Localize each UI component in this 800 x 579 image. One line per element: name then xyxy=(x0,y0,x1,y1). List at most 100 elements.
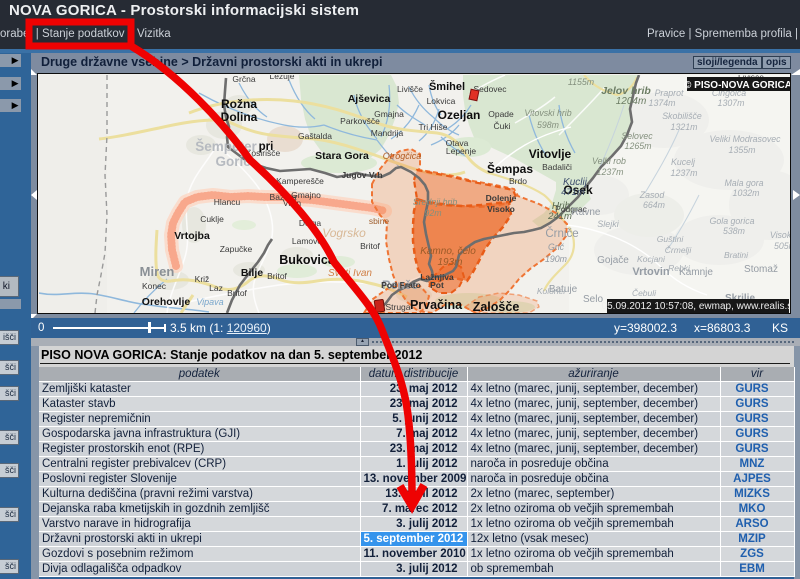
svg-text:Gola gorica: Gola gorica xyxy=(710,216,755,226)
svg-text:Sveti Ivan: Sveti Ivan xyxy=(328,268,372,279)
svg-text:Čebuli: Čebuli xyxy=(632,288,657,298)
svg-text:193m: 193m xyxy=(437,257,462,268)
svg-text:pri: pri xyxy=(259,141,274,153)
svg-text:241m: 241m xyxy=(547,211,572,222)
svg-text:598m: 598m xyxy=(537,120,559,130)
svg-text:Gorici: Gorici xyxy=(215,154,254,169)
svg-text:Lepenje: Lepenje xyxy=(446,146,477,156)
svg-text:538m: 538m xyxy=(723,226,745,236)
svg-text:1307m: 1307m xyxy=(718,98,745,108)
svg-text:Šmihel: Šmihel xyxy=(429,80,465,93)
svg-text:Britof: Britof xyxy=(227,288,247,298)
svg-text:Kolonel: Kolonel xyxy=(537,286,566,296)
svg-text:471m: 471m xyxy=(561,187,585,198)
svg-text:Čuki: Čuki xyxy=(493,121,510,131)
svg-text:Cuklje: Cuklje xyxy=(200,214,224,224)
svg-text:Hlancu: Hlancu xyxy=(214,197,241,207)
svg-text:1374m: 1374m xyxy=(649,98,676,108)
svg-text:1155m: 1155m xyxy=(568,77,594,87)
svg-text:Črmelji: Črmelji xyxy=(665,245,693,255)
svg-text:Velki rob: Velki rob xyxy=(592,156,626,166)
svg-text:Skobilišče: Skobilišče xyxy=(662,111,702,121)
svg-text:Dolenje: Dolenje xyxy=(486,193,517,203)
svg-text:Vrtovin: Vrtovin xyxy=(632,266,670,278)
svg-text:Kocjani: Kocjani xyxy=(637,254,666,264)
svg-text:Šempas: Šempas xyxy=(487,161,533,176)
svg-text:Visoko: Visoko xyxy=(770,230,790,240)
svg-text:Jugov Vrh: Jugov Vrh xyxy=(341,170,382,180)
svg-text:Črniče: Črniče xyxy=(545,227,578,240)
svg-text:Gaštalda: Gaštalda xyxy=(298,131,332,141)
svg-text:sbine: sbine xyxy=(369,216,390,226)
svg-text:Pod Frato: Pod Frato xyxy=(381,280,421,290)
svg-text:Ležuje: Ležuje xyxy=(269,75,294,81)
svg-text:Vitovski hrib: Vitovski hrib xyxy=(524,108,571,118)
svg-text:Badaliči: Badaliči xyxy=(542,162,572,172)
svg-text:Lokvica: Lokvica xyxy=(427,96,456,106)
svg-text:Šempeter: Šempeter xyxy=(195,139,257,154)
svg-text:Britof: Britof xyxy=(360,241,380,251)
svg-text:Gojače: Gojače xyxy=(597,255,629,266)
svg-text:Vrtojba: Vrtojba xyxy=(174,230,210,242)
svg-text:Mala gora: Mala gora xyxy=(724,178,763,188)
svg-text:Dolga: Dolga xyxy=(299,218,321,228)
svg-text:Tri Hiše: Tri Hiše xyxy=(419,122,448,132)
svg-text:Križ: Križ xyxy=(195,274,210,284)
svg-text:92m: 92m xyxy=(424,208,441,218)
svg-text:05.09.2012 10:57:08, ewmap, ww: 05.09.2012 10:57:08, ewmap, www.realis.s… xyxy=(602,301,790,312)
svg-text:Struga: Struga xyxy=(385,302,410,312)
svg-text:505m: 505m xyxy=(774,241,790,251)
svg-text:Ajševica: Ajševica xyxy=(348,93,391,105)
svg-text:Ozeljan: Ozeljan xyxy=(438,108,481,122)
svg-text:Opade: Opade xyxy=(488,109,514,119)
svg-text:Guštini: Guštini xyxy=(657,234,685,244)
svg-text:Grič: Grič xyxy=(548,242,565,252)
svg-text:Pot: Pot xyxy=(430,280,444,290)
svg-text:Vipava: Vipava xyxy=(196,297,223,307)
svg-text:Lamovo: Lamovo xyxy=(292,236,323,246)
svg-text:Otrogčica: Otrogčica xyxy=(383,151,422,161)
svg-text:Stomaž: Stomaž xyxy=(744,264,778,275)
svg-text:Bratini: Bratini xyxy=(724,250,749,260)
svg-text:1321m: 1321m xyxy=(671,122,698,132)
svg-text:Bukovica: Bukovica xyxy=(279,253,336,267)
svg-text:Vogrsko: Vogrsko xyxy=(322,226,366,240)
svg-text:Orehovlje: Orehovlje xyxy=(142,296,191,308)
svg-text:Zasod: Zasod xyxy=(639,190,666,200)
svg-text:1032m: 1032m xyxy=(733,188,760,198)
svg-text:Praprot: Praprot xyxy=(655,88,684,98)
svg-text:Parkovšče: Parkovšče xyxy=(340,116,380,126)
svg-text:Brdo: Brdo xyxy=(509,176,527,186)
svg-text:Grčna: Grčna xyxy=(232,75,255,84)
svg-text:Miren: Miren xyxy=(140,264,175,279)
svg-text:1237m: 1237m xyxy=(597,167,624,177)
svg-text:Kamperešče: Kamperešče xyxy=(276,176,324,186)
svg-text:Selovec: Selovec xyxy=(621,131,653,141)
svg-text:Livišče: Livišče xyxy=(397,84,423,94)
svg-text:Zapučke: Zapučke xyxy=(220,244,253,254)
svg-text:Ravne: Ravne xyxy=(572,207,601,218)
svg-text:Kucelj: Kucelj xyxy=(671,157,696,167)
svg-text:Srednji hrib: Srednji hrib xyxy=(413,197,458,207)
svg-text:1237m: 1237m xyxy=(671,168,698,178)
svg-text:1265m: 1265m xyxy=(625,141,652,151)
svg-text:Veliki Modrasovec: Veliki Modrasovec xyxy=(709,134,781,144)
svg-text:Stara Gora: Stara Gora xyxy=(315,150,369,162)
svg-text:Britof: Britof xyxy=(267,271,287,281)
svg-text:Kamno, čelo: Kamno, čelo xyxy=(420,246,476,257)
svg-text:Zalošče: Zalošče xyxy=(473,300,520,313)
svg-text:Selo: Selo xyxy=(583,294,603,305)
svg-text:Rožna: Rožna xyxy=(221,97,257,111)
svg-text:Laz: Laz xyxy=(209,283,223,293)
svg-text:1204m: 1204m xyxy=(616,96,647,107)
svg-text:664m: 664m xyxy=(643,200,665,210)
svg-text:Konec: Konec xyxy=(142,281,167,291)
svg-text:Mandrija: Mandrija xyxy=(371,128,404,138)
svg-text:Bilje: Bilje xyxy=(241,267,263,279)
svg-text:Kamnje: Kamnje xyxy=(679,267,713,278)
svg-text:Prvačina: Prvačina xyxy=(410,298,463,312)
svg-text:Gmajno: Gmajno xyxy=(291,190,321,200)
svg-text:Vitovlje: Vitovlje xyxy=(529,147,572,161)
svg-text:© PISO-NOVA GORICA: © PISO-NOVA GORICA xyxy=(684,80,790,91)
svg-text:Slejki: Slejki xyxy=(597,219,620,229)
